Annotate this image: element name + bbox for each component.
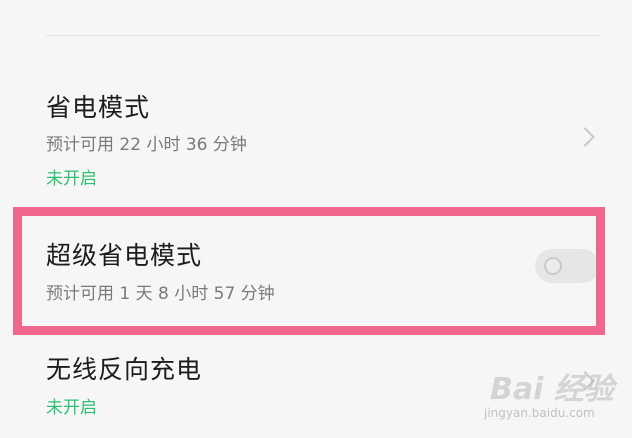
wireless-reverse-charging-title: 无线反向充电 — [46, 355, 203, 384]
watermark-logo: Bai 经验 — [490, 372, 614, 407]
power-saving-mode-row[interactable]: 省电模式 预计可用 22 小时 36 分钟 未开启 — [0, 80, 632, 195]
power-saving-mode-status: 未开启 — [46, 169, 97, 189]
power-saving-mode-title: 省电模式 — [46, 93, 151, 122]
divider — [46, 35, 600, 36]
highlight-frame — [13, 207, 605, 335]
wireless-reverse-charging-status: 未开启 — [46, 398, 97, 418]
chevron-right-icon — [575, 127, 595, 147]
watermark-url: jingyan.baidu.com — [484, 406, 595, 420]
baidu-jingyan-watermark: Bai 经验 jingyan.baidu.com — [480, 360, 620, 430]
power-saving-mode-estimate: 预计可用 22 小时 36 分钟 — [46, 135, 247, 155]
settings-page: 省电模式 预计可用 22 小时 36 分钟 未开启 超级省电模式 预计可用 1 … — [0, 0, 632, 438]
